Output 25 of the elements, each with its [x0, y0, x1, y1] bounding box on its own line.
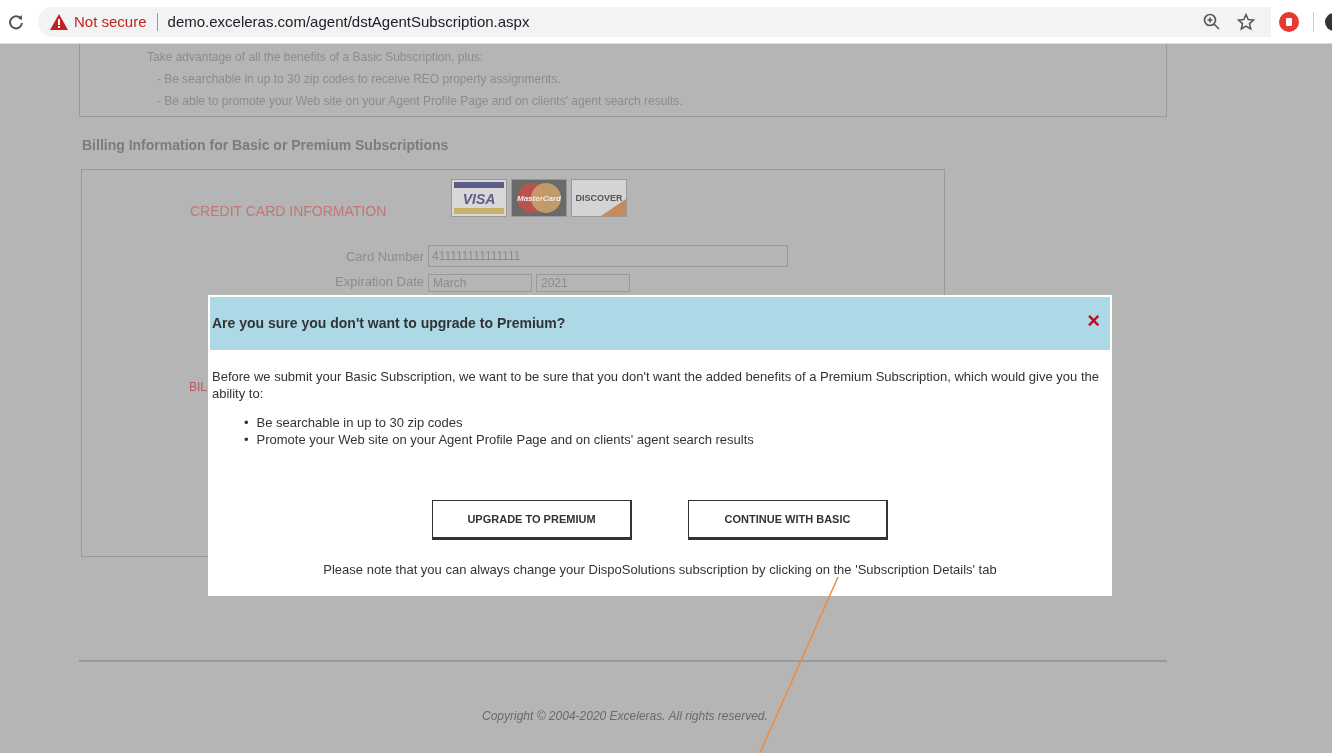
dialog-message: Before we submit your Basic Subscription, we want to be sure that you don't want the added benefits of a Premium Subscription, which would give you the ability to: — [211, 368, 1100, 402]
reload-icon[interactable] — [8, 13, 24, 30]
star-icon[interactable] — [1237, 12, 1255, 31]
card-logo-icon: DISCOVER — [571, 179, 627, 217]
card-logo-icon: VISA — [451, 179, 507, 217]
list-bullet: • — [244, 414, 249, 431]
profile-icon[interactable] — [1324, 11, 1332, 32]
benefit-item: Be searchable in up to 30 zip codes — [256, 414, 463, 431]
list-bullet: • — [244, 431, 249, 448]
billing-heading: Billing Information for Basic or Premium Subscriptions — [82, 137, 450, 155]
dialog-button[interactable]: CONTINUE WITH BASIC — [688, 500, 888, 540]
address-url[interactable]: demo.exceleras.com/agent/dstAgentSubscription.aspx — [167, 13, 530, 30]
dialog-button[interactable]: UPGRADE TO PREMIUM — [432, 500, 632, 540]
section-title: BIL — [189, 380, 207, 394]
benefit-item: Promote your Web site on your Agent Profile Page and on clients' agent search results — [256, 431, 754, 448]
card-logo-icon: MasterCard — [511, 179, 567, 217]
dialog-note: Please note that you can always change your DispoSolutions subscription by clicking on the 'Subscription Details' tab — [322, 562, 998, 577]
copyright-text: Copyright © 2004-2020 Exceleras. All rights reserved. — [482, 709, 768, 723]
close-button[interactable]: × — [1087, 309, 1100, 332]
dialog-title: Are you sure you don't want to upgrade to Premium? — [212, 314, 566, 331]
warning-icon — [50, 13, 68, 30]
section-title: CREDIT CARD INFORMATION — [190, 203, 388, 219]
security-label[interactable]: Not secure — [74, 13, 147, 30]
extension-icon[interactable] — [1279, 11, 1299, 32]
zoom-in-icon[interactable] — [1203, 12, 1221, 31]
